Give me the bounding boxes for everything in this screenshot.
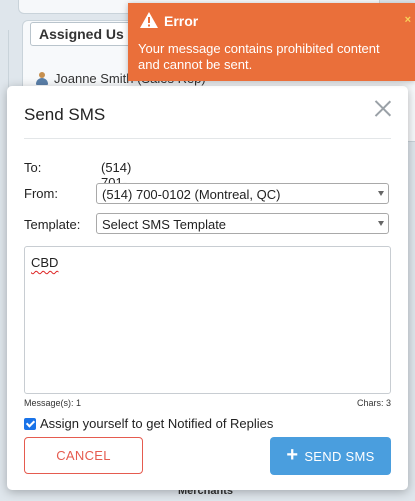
error-toast: Error × Your message contains prohibited…: [128, 3, 415, 81]
cancel-button[interactable]: CANCEL: [24, 437, 143, 474]
send-sms-button[interactable]: + SEND SMS: [270, 437, 391, 475]
message-count: Message(s): 1: [24, 398, 82, 408]
message-text: CBD: [31, 255, 59, 270]
notify-checkbox[interactable]: [24, 417, 36, 430]
char-count: Chars: 3: [356, 398, 391, 408]
close-icon[interactable]: ×: [405, 14, 411, 26]
assigned-users-legend: Assigned Us: [30, 22, 133, 46]
to-label: To:: [24, 160, 42, 175]
background-left-line: [8, 30, 19, 90]
modal-title: Send SMS: [24, 105, 106, 124]
from-select[interactable]: (514) 700-0102 (Montreal, QC): [96, 183, 389, 204]
send-sms-modal: Send SMS To: (514) 701-0071 From: (514) …: [7, 86, 408, 490]
template-select-value: Select SMS Template: [102, 217, 227, 232]
notify-option: Assign yourself to get Notified of Repli…: [24, 416, 273, 431]
plus-icon: +: [286, 444, 299, 466]
chevron-down-icon: [378, 221, 384, 226]
send-sms-button-label: SEND SMS: [304, 448, 375, 464]
from-select-value: (514) 700-0102 (Montreal, QC): [102, 187, 281, 202]
close-icon[interactable]: [374, 99, 392, 117]
user-icon: [36, 72, 48, 85]
template-select[interactable]: Select SMS Template: [96, 213, 389, 234]
notify-label: Assign yourself to get Notified of Repli…: [40, 416, 274, 431]
warning-icon: [140, 12, 158, 28]
from-label: From:: [24, 186, 58, 201]
template-label: Template:: [24, 217, 81, 232]
modal-divider: [24, 138, 391, 139]
error-toast-title: Error: [164, 13, 199, 29]
chevron-down-icon: [378, 191, 384, 196]
error-toast-message: Your message contains prohibited content…: [138, 41, 380, 72]
cancel-button-label: CANCEL: [56, 448, 111, 463]
message-textarea[interactable]: CBD: [24, 246, 391, 394]
